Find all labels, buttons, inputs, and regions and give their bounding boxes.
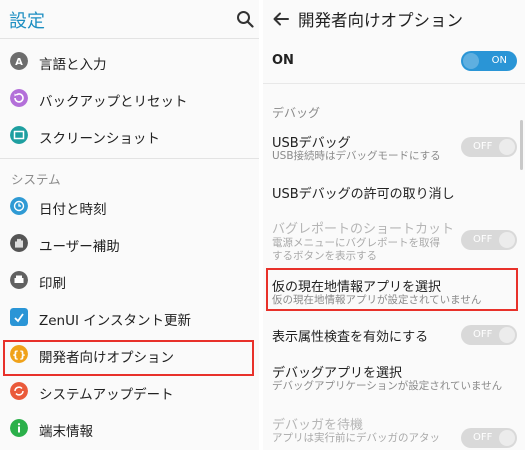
settings-panel: 設定 A 言語と入力 バックアップとリセット スクリーンショット システム 日付… (0, 0, 259, 450)
settings-app-bar: 設定 (0, 0, 259, 39)
screenshot-root: 設定 A 言語と入力 バックアップとリセット スクリーンショット システム 日付… (0, 0, 525, 450)
usb-debugging-toggle[interactable]: OFF (461, 137, 517, 157)
print-icon (10, 271, 28, 289)
settings-item-zenui-update[interactable]: ZenUI インスタント更新 (0, 299, 259, 336)
section-header-debug: デバッグ (272, 106, 321, 120)
wait-debugger-title: デバッガを待機 (272, 418, 364, 433)
settings-title: 設定 (9, 11, 45, 32)
usb-debugging-row[interactable]: USBデバッグ USB接続時はデバッグモードにする OFF (263, 130, 525, 170)
section-label: システム (11, 172, 61, 187)
settings-item-backup[interactable]: バックアップとリセット (0, 80, 259, 117)
highlight-mock-location (266, 268, 518, 311)
settings-item-accessibility[interactable]: ユーザー補助 (0, 225, 259, 262)
search-icon[interactable] (236, 10, 254, 28)
settings-item-label: システムアップデート (39, 387, 174, 403)
highlight-developer-options (3, 340, 254, 376)
info-icon (10, 419, 28, 437)
developer-options-title: 開発者向けオプション (298, 11, 463, 30)
master-toggle[interactable]: ON (461, 51, 517, 71)
view-attribute-toggle[interactable]: OFF (461, 325, 517, 345)
update-icon (10, 308, 28, 326)
settings-item-language[interactable]: A 言語と入力 (0, 43, 259, 80)
language-icon: A (10, 52, 28, 70)
toggle-state-label: OFF (473, 432, 493, 443)
bugreport-toggle: OFF (461, 230, 517, 250)
settings-item-device-info[interactable]: 端末情報 (0, 410, 259, 447)
settings-item-system-update[interactable]: システムアップデート (0, 373, 259, 410)
system-update-icon (10, 382, 28, 400)
toggle-knob (499, 327, 515, 343)
settings-item-screenshot[interactable]: スクリーンショット (0, 117, 259, 154)
section-header-system: システム (0, 159, 259, 188)
toggle-knob (499, 232, 515, 248)
debug-app-subtitle: デバッグアプリケーションが設定されていません (272, 380, 503, 392)
toggle-knob (499, 430, 515, 446)
view-attribute-inspection-row[interactable]: 表示属性検査を有効にする OFF (263, 322, 525, 348)
bugreport-title: バグレポートのショートカット (272, 222, 455, 237)
back-arrow-icon[interactable] (271, 9, 291, 29)
settings-item-label: 端末情報 (39, 424, 93, 440)
developer-app-bar: 開発者向けオプション (263, 0, 525, 38)
wait-debugger-subtitle: アプリは実行前にデバッガのアタッ (272, 432, 440, 444)
revoke-usb-authorizations-row[interactable]: USBデバッグの許可の取り消し (263, 180, 525, 204)
settings-item-label: 言語と入力 (39, 57, 107, 73)
clock-icon (10, 197, 28, 215)
settings-item-label: 印刷 (39, 276, 66, 292)
master-switch-label: ON (272, 53, 294, 68)
debug-app-title: デバッグアプリを選択 (272, 366, 403, 381)
settings-item-label: 日付と時刻 (39, 202, 107, 218)
settings-item-label: バックアップとリセット (39, 94, 188, 110)
divider (263, 83, 525, 84)
select-debug-app-row[interactable]: デバッグアプリを選択 デバッグアプリケーションが設定されていません (263, 360, 525, 396)
screenshot-icon (10, 126, 28, 144)
usb-debugging-subtitle: USB接続時はデバッグモードにする (272, 150, 441, 162)
toggle-state-label: ON (491, 55, 507, 66)
toggle-knob (463, 53, 479, 69)
developer-options-panel: 開発者向けオプション ON ON デバッグ USBデバッグ USB接続時はデバッ… (263, 0, 525, 450)
revoke-usb-title: USBデバッグの許可の取り消し (272, 187, 455, 202)
settings-item-label: スクリーンショット (39, 131, 160, 147)
bugreport-shortcut-row: バグレポートのショートカット 電源メニューにバグレポートを取得 するボタンを表示… (263, 216, 525, 268)
view-attribute-title: 表示属性検査を有効にする (272, 330, 429, 345)
bugreport-subtitle-line1: 電源メニューにバグレポートを取得 (272, 237, 440, 249)
hand-icon (10, 234, 28, 252)
settings-item-label: ZenUI インスタント更新 (39, 313, 191, 329)
bugreport-subtitle-line2: するボタンを表示する (272, 250, 377, 262)
usb-debugging-title: USBデバッグ (272, 136, 351, 151)
settings-item-label: ユーザー補助 (39, 239, 120, 255)
toggle-state-label: OFF (473, 234, 493, 245)
wait-for-debugger-row: デバッガを待機 アプリは実行前にデバッガのアタッ OFF (263, 412, 525, 450)
developer-master-switch-row[interactable]: ON ON (263, 46, 525, 76)
toggle-state-label: OFF (473, 141, 493, 152)
settings-item-print[interactable]: 印刷 (0, 262, 259, 299)
toggle-state-label: OFF (473, 329, 493, 340)
svg-text:A: A (15, 57, 23, 68)
settings-item-date-time[interactable]: 日付と時刻 (0, 188, 259, 225)
scrollbar[interactable] (520, 120, 523, 170)
toggle-knob (499, 139, 515, 155)
backup-icon (10, 89, 28, 107)
wait-debugger-toggle: OFF (461, 428, 517, 448)
